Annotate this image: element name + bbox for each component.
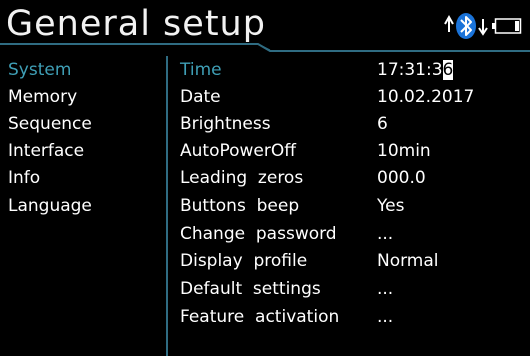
setting-row-feature-activation[interactable]: Feature activation ... xyxy=(168,304,530,331)
menu-item-sequence[interactable]: Sequence xyxy=(8,111,92,137)
setting-label: Default settings xyxy=(180,279,321,299)
setting-label: Brightness xyxy=(180,114,271,134)
category-menu: System Memory Sequence Interface Info La… xyxy=(0,57,166,356)
setting-value: 10.02.2017 xyxy=(377,87,475,107)
setting-value: Normal xyxy=(377,251,439,271)
setting-value: Yes xyxy=(377,196,405,216)
time-value[interactable]: 17:31:36 xyxy=(377,57,454,84)
setting-row-default-settings[interactable]: Default settings ... xyxy=(168,276,530,303)
setting-value: 6 xyxy=(377,114,388,134)
battery-icon xyxy=(492,18,522,34)
menu-item-memory[interactable]: Memory xyxy=(8,84,77,110)
menu-item-interface[interactable]: Interface xyxy=(8,138,84,164)
setting-label: Display profile xyxy=(180,251,308,271)
setting-value: ... xyxy=(377,279,394,299)
menu-item-language[interactable]: Language xyxy=(8,193,92,219)
setting-label: AutoPowerOff xyxy=(180,141,296,161)
setting-row-time[interactable]: Time 17:31:36 xyxy=(168,57,530,84)
setting-label: Leading zeros xyxy=(180,168,304,188)
setting-row-date[interactable]: Date 10.02.2017 xyxy=(168,84,530,111)
setting-row-change-password[interactable]: Change password ... xyxy=(168,221,530,248)
setting-label: Change password xyxy=(180,224,337,244)
setting-label: Feature activation xyxy=(180,307,340,327)
setting-row-brightness[interactable]: Brightness 6 xyxy=(168,111,530,138)
status-icons xyxy=(442,12,522,40)
setting-row-autopoweroff[interactable]: AutoPowerOff 10min xyxy=(168,138,530,165)
time-value-text: 17:31:3 xyxy=(377,60,443,80)
setting-row-display-profile[interactable]: Display profile Normal xyxy=(168,248,530,275)
menu-item-system[interactable]: System xyxy=(8,57,71,83)
device-screen: General setup System Memory Sequence Int… xyxy=(0,0,530,356)
setting-label: Buttons beep xyxy=(180,196,300,216)
setting-row-leading-zeros[interactable]: Leading zeros 000.0 xyxy=(168,165,530,192)
setting-value: 10min xyxy=(377,141,431,161)
settings-list: Time 17:31:36 Date 10.02.2017 Brightness… xyxy=(168,57,530,356)
bluetooth-transfer-icon xyxy=(444,13,488,39)
setting-value: 000.0 xyxy=(377,168,426,188)
header-bar: General setup xyxy=(0,0,530,56)
edit-cursor-digit[interactable]: 6 xyxy=(442,60,454,80)
page-title: General setup xyxy=(6,4,266,44)
setting-row-buttons-beep[interactable]: Buttons beep Yes xyxy=(168,193,530,220)
setting-value: ... xyxy=(377,224,394,244)
setting-label: Time xyxy=(180,60,222,80)
setting-value: ... xyxy=(377,307,394,327)
menu-item-info[interactable]: Info xyxy=(8,165,40,191)
setting-label: Date xyxy=(180,87,221,107)
